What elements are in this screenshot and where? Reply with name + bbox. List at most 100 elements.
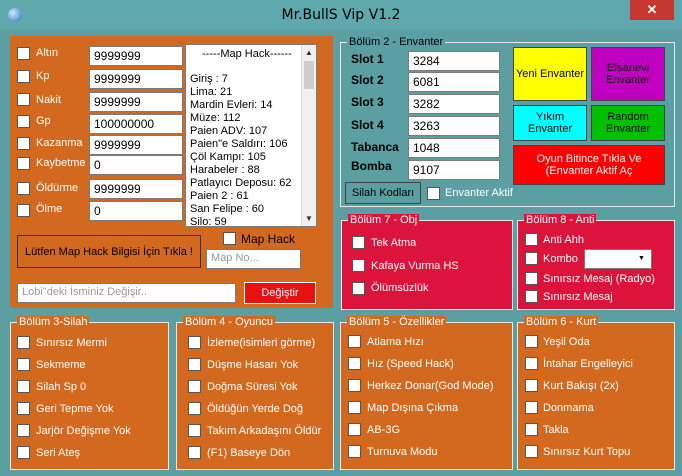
weapon-checkbox[interactable] <box>17 358 30 371</box>
player-checkbox[interactable] <box>188 446 201 459</box>
slot1-input[interactable]: 3284 <box>408 51 500 71</box>
obj-checkbox[interactable] <box>352 259 365 272</box>
list-item[interactable]: Paien ADV: 107 <box>190 125 267 137</box>
player-item-label: (F1) Baseye Dön <box>207 447 291 459</box>
features-checkbox[interactable] <box>348 401 361 414</box>
map-no-input[interactable]: Map No... <box>206 249 301 269</box>
features-item-label: Hız (Speed Hack) <box>367 358 454 370</box>
obj-group: Bölüm 7 - Obj Tek Atma Kafaya Vurma HS Ö… <box>341 214 513 310</box>
slot2-label: Slot 2 <box>351 73 384 87</box>
features-group: Bölüm 5 - Özellikler Atlama Hızı Hız (Sp… <box>340 316 513 470</box>
obj-checkbox[interactable] <box>352 236 365 249</box>
player-checkbox[interactable] <box>188 402 201 415</box>
anti-checkbox[interactable] <box>525 290 538 303</box>
weapon-checkbox[interactable] <box>17 446 30 459</box>
player-checkbox[interactable] <box>188 336 201 349</box>
gp-checkbox[interactable] <box>17 115 30 128</box>
kp-input[interactable]: 9999999 <box>89 69 183 89</box>
player-item-label: İzleme(isimleri görme) <box>207 337 316 349</box>
close-button[interactable]: ✕ <box>630 0 674 20</box>
list-item[interactable]: Müze: 112 <box>190 112 241 124</box>
player-checkbox[interactable] <box>188 380 201 393</box>
nakit-input[interactable]: 9999999 <box>89 92 183 112</box>
features-checkbox[interactable] <box>348 445 361 458</box>
kurt-item-label: İntahar Engelleyici <box>543 358 633 370</box>
obj-item-label: Tek Atma <box>371 237 417 249</box>
slot4-input[interactable]: 3263 <box>408 116 500 136</box>
altin-checkbox[interactable] <box>17 47 30 60</box>
weapon-checkbox[interactable] <box>17 424 30 437</box>
oldurme-input[interactable]: 9999999 <box>89 179 183 199</box>
kaybetme-input[interactable]: 0 <box>89 155 183 175</box>
map-hack-list[interactable]: -----Map Hack------ Giriş : 7 Lima: 21 M… <box>185 44 317 227</box>
altin-input[interactable]: 9999999 <box>89 46 183 66</box>
weapon-item-label: Geri Tepme Yok <box>36 403 114 415</box>
kp-label: Kp <box>36 70 50 82</box>
kaybetme-checkbox[interactable] <box>17 157 30 170</box>
list-item[interactable]: Lima: 21 <box>190 86 232 98</box>
list-item[interactable]: Silo: 59 <box>190 216 227 226</box>
kurt-checkbox[interactable] <box>525 423 538 436</box>
olme-checkbox[interactable] <box>17 204 30 217</box>
wreck-inventory-button[interactable]: Yıkım Envanter <box>513 105 587 141</box>
features-checkbox[interactable] <box>348 335 361 348</box>
scroll-down-icon[interactable]: ▼ <box>305 214 313 223</box>
weapon-codes-button[interactable]: Silah Kodları <box>345 182 421 204</box>
list-item[interactable]: Mardin Evleri: 14 <box>190 99 273 111</box>
slot3-input[interactable]: 3282 <box>408 94 500 114</box>
list-item[interactable]: Paien 2 : 61 <box>190 190 249 202</box>
kp-checkbox[interactable] <box>17 70 30 83</box>
bomb-input[interactable]: 9107 <box>408 160 500 180</box>
obj-checkbox[interactable] <box>352 282 365 295</box>
list-item[interactable]: Harabeler : 88 <box>190 164 260 176</box>
player-checkbox[interactable] <box>188 424 201 437</box>
slot2-input[interactable]: 6081 <box>408 72 500 92</box>
gp-input[interactable]: 100000000 <box>89 114 183 134</box>
scroll-up-icon[interactable]: ▲ <box>305 48 313 57</box>
slot4-label: Slot 4 <box>351 118 384 132</box>
features-checkbox[interactable] <box>348 357 361 370</box>
kurt-checkbox[interactable] <box>525 335 538 348</box>
olme-input[interactable]: 0 <box>89 201 183 221</box>
lobby-name-input[interactable]: Lobi"deki İsminiz Değişir.. <box>17 283 236 303</box>
list-item[interactable]: Çöl Kampı: 105 <box>190 151 266 163</box>
list-item[interactable]: San Felipe : 60 <box>190 203 264 215</box>
chevron-down-icon[interactable]: ▼ <box>638 255 645 262</box>
weapon-checkbox[interactable] <box>17 336 30 349</box>
kurt-checkbox[interactable] <box>525 357 538 370</box>
map-hack-scrollbar[interactable]: ▲ ▼ <box>301 45 316 226</box>
inventory-active-checkbox[interactable] <box>427 187 440 200</box>
kazanma-input[interactable]: 9999999 <box>89 135 183 155</box>
kurt-checkbox[interactable] <box>525 379 538 392</box>
kurt-checkbox[interactable] <box>525 445 538 458</box>
oldurme-checkbox[interactable] <box>17 182 30 195</box>
map-hack-checkbox[interactable] <box>223 232 236 245</box>
legendary-inventory-button[interactable]: Efsanevi Envanter <box>591 47 665 101</box>
nakit-label: Nakit <box>36 94 62 106</box>
anti-checkbox[interactable] <box>525 272 538 285</box>
change-name-button[interactable]: Değiştir <box>244 282 316 304</box>
nakit-checkbox[interactable] <box>17 93 30 106</box>
weapon-checkbox[interactable] <box>17 402 30 415</box>
new-inventory-button[interactable]: Yeni Envanter <box>513 47 587 101</box>
random-inventory-button[interactable]: Random Envanter <box>591 105 665 141</box>
weapon-checkbox[interactable] <box>17 380 30 393</box>
slot1-label: Slot 1 <box>351 52 384 66</box>
kazanma-checkbox[interactable] <box>17 137 30 150</box>
anti-checkbox[interactable] <box>525 233 538 246</box>
player-group: Bölüm 4 - Oyuncu İzleme(isimleri görme) … <box>176 316 334 470</box>
anti-checkbox[interactable] <box>525 252 538 265</box>
list-item[interactable]: Paien"e Saldırı: 106 <box>190 138 287 150</box>
kurt-legend: Bölüm 6 - Kurt <box>524 316 599 328</box>
features-checkbox[interactable] <box>348 379 361 392</box>
map-hack-info-button[interactable]: Lütfen Map Hack Bilgisi İçin Tıkla ! <box>17 235 201 268</box>
player-checkbox[interactable] <box>188 358 201 371</box>
list-item[interactable]: Patlayıcı Deposu: 62 <box>190 177 292 189</box>
features-checkbox[interactable] <box>348 423 361 436</box>
list-item[interactable]: Giriş : 7 <box>190 73 228 85</box>
scroll-thumb[interactable] <box>304 61 314 89</box>
kurt-checkbox[interactable] <box>525 401 538 414</box>
features-item-label: Map Dışına Çıkma <box>367 402 459 414</box>
pistol-input[interactable]: 1048 <box>408 138 500 158</box>
after-game-button[interactable]: Oyun Bitince Tıkla Ve (Envanter Aktif Aç <box>513 145 665 185</box>
